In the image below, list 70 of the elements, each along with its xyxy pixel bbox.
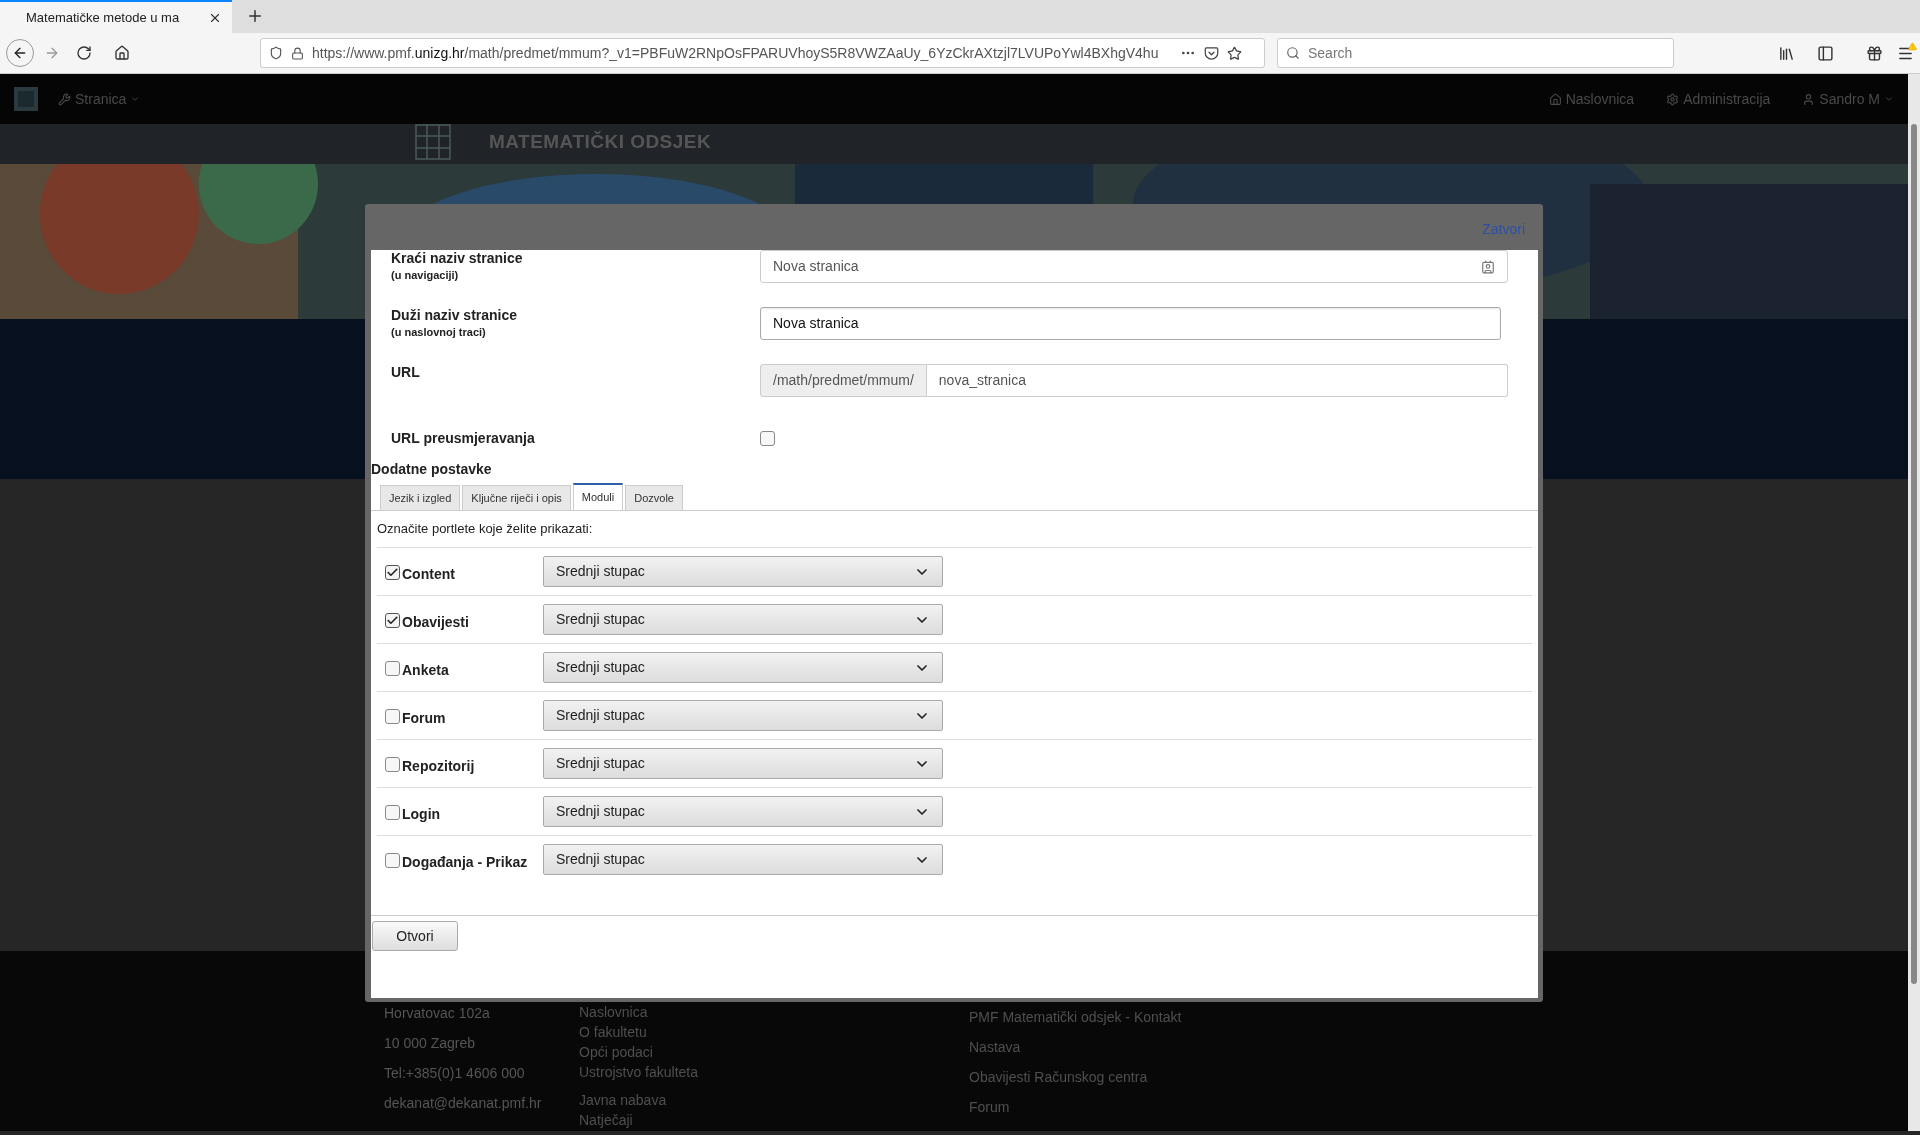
reload-icon[interactable] xyxy=(76,45,92,61)
star-icon[interactable] xyxy=(1227,45,1242,61)
field-hint: (u naslovnoj traci) xyxy=(391,325,487,340)
gear-icon xyxy=(1666,92,1680,106)
url-prefix: /math/predmet/mmum/ xyxy=(760,364,927,397)
home-icon xyxy=(1548,92,1562,106)
instruction-text: Označite portlete koje želite prikazati: xyxy=(377,520,594,539)
module-label: Repozitorij xyxy=(402,757,475,776)
warning-icon xyxy=(1908,41,1917,51)
module-label: Događanja - Prikaz xyxy=(402,853,528,872)
footer-text: Horvatovac 102a xyxy=(384,1004,491,1023)
module-label: Content xyxy=(402,565,455,584)
checkbox[interactable] xyxy=(760,430,775,446)
module-label: Forum xyxy=(402,709,446,728)
new-tab-icon[interactable] xyxy=(246,7,264,25)
tab[interactable]: Ključne riječi i opis xyxy=(462,485,571,510)
field-label: URL xyxy=(391,364,421,381)
module-label: Anketa xyxy=(402,661,449,680)
tab[interactable]: Jezik i izgled xyxy=(380,485,461,510)
tab[interactable]: Moduli xyxy=(572,483,624,510)
section-title: Dodatne postavke xyxy=(371,461,493,478)
check-icon xyxy=(386,614,399,627)
field-label: Kraći naziv stranice xyxy=(391,250,524,267)
footer-text: 10 000 Zagreb xyxy=(384,1034,477,1053)
caret-icon xyxy=(1884,94,1894,104)
checkbox[interactable] xyxy=(385,565,400,580)
footer-text: Tel:+385(0)1 4606 000 xyxy=(384,1064,526,1083)
grid-logo-icon xyxy=(415,124,451,160)
wrench-icon xyxy=(58,92,71,106)
search-field[interactable]: Search xyxy=(1277,38,1674,68)
shield-icon xyxy=(269,46,283,60)
search-icon xyxy=(1286,46,1300,60)
scrollbar[interactable] xyxy=(1908,74,1920,1131)
module-label: Obavijesti xyxy=(402,613,469,632)
gift-icon[interactable] xyxy=(1866,44,1883,62)
checkbox[interactable] xyxy=(385,805,400,820)
position-select[interactable]: Srednji stupac xyxy=(543,844,943,875)
pocket-icon[interactable] xyxy=(1204,45,1219,61)
checkbox[interactable] xyxy=(385,661,400,676)
position-select[interactable]: Srednji stupac xyxy=(543,604,943,635)
field-label: Duži naziv stranice xyxy=(391,307,519,324)
library-icon[interactable] xyxy=(1778,44,1795,62)
position-select[interactable]: Srednji stupac xyxy=(543,748,943,779)
contact-card-icon xyxy=(1481,259,1495,274)
position-select[interactable]: Srednji stupac xyxy=(543,652,943,683)
text-field[interactable]: Nova stranica xyxy=(760,307,1501,340)
footer-text: dekanat@dekanat.pmf.hr xyxy=(384,1094,543,1113)
tab[interactable]: Dozvole xyxy=(625,485,683,510)
caret-icon xyxy=(130,94,141,104)
site-logo-icon xyxy=(14,87,38,111)
url-text: https://www.pmf.unizg.hr/math/predmet/mmum?_v1=PBFuW2RNpOsFPARUVhoyS5R8VWZAaUy_6YzCkrAXtzjl7LVUPoYwl4BXhgV4hu xyxy=(312,43,1160,63)
position-select[interactable]: Srednji stupac xyxy=(543,700,943,731)
position-select[interactable]: Srednji stupac xyxy=(543,556,943,587)
field-hint: (u navigaciji) xyxy=(391,268,460,283)
checkbox[interactable] xyxy=(385,757,400,772)
user-icon xyxy=(1802,92,1816,106)
checkbox[interactable] xyxy=(385,709,400,724)
module-label: Login xyxy=(402,805,441,824)
url-field[interactable]: nova_stranica xyxy=(926,364,1508,397)
sidebar-icon[interactable] xyxy=(1817,44,1834,62)
address-bar[interactable]: https://www.pmf.unizg.hr/math/predmet/mmum?_v1=PBFuW2RNpOsFPARUVhoyS5R8VWZAaUy_6YzCkrAXtzjl7LVUPoYwl4BXhgV4hu xyxy=(260,38,1265,68)
check-icon xyxy=(386,566,399,579)
checkbox[interactable] xyxy=(385,853,400,868)
home-icon[interactable] xyxy=(114,45,130,61)
position-select[interactable]: Srednji stupac xyxy=(543,796,943,827)
browser-tab[interactable]: Matematičke metode u ma xyxy=(0,0,232,33)
checkbox[interactable] xyxy=(385,613,400,628)
lock-icon xyxy=(291,46,304,60)
field-label: URL preusmjeravanja xyxy=(391,429,536,447)
open-button[interactable]: Otvori xyxy=(372,921,458,951)
